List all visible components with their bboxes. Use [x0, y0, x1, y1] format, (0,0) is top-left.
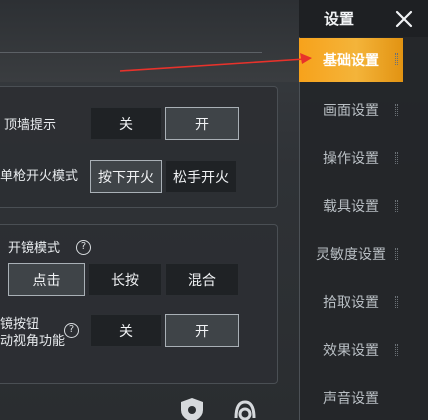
close-icon[interactable] [388, 4, 420, 34]
nav-separator [395, 104, 398, 116]
sidebar-item-vehicle-settings[interactable]: 载具设置 [299, 184, 403, 228]
button-view-on-button[interactable]: 开 [165, 314, 239, 347]
wall-hint-on-button[interactable]: 开 [165, 107, 239, 140]
button-view-label-line2: 动视角功能 [0, 334, 66, 349]
scope-mode-label: 开镜模式 [8, 241, 61, 256]
fire-on-release-button[interactable]: 松手开火 [165, 160, 237, 193]
fire-mode-label: 单枪开火模式 [0, 169, 79, 184]
help-icon[interactable]: ? [64, 323, 79, 338]
sidebar-item-sensitivity-settings[interactable]: 灵敏度设置 [299, 232, 403, 276]
headset-icon[interactable] [231, 396, 259, 420]
scope-hold-button[interactable]: 长按 [88, 263, 162, 296]
button-view-label-line1: 镜按钮 [0, 317, 40, 332]
nav-separator [395, 248, 398, 260]
top-band [0, 0, 300, 82]
sidebar-item-display-settings[interactable]: 画面设置 [299, 88, 403, 132]
wall-hint-label: 顶墙提示 [0, 118, 56, 133]
sidebar-item-control-settings[interactable]: 操作设置 [299, 136, 403, 180]
nav-separator [395, 344, 398, 356]
shield-icon[interactable] [178, 396, 206, 420]
wall-hint-off-button[interactable]: 关 [90, 107, 162, 140]
sidebar-item-effects-settings[interactable]: 效果设置 [299, 328, 403, 372]
sidebar-item-sound-settings[interactable]: 声音设置 [299, 376, 403, 420]
nav-separator [395, 152, 398, 164]
fire-on-press-button[interactable]: 按下开火 [90, 160, 162, 193]
scope-mixed-button[interactable]: 混合 [165, 263, 239, 296]
nav-separator [395, 200, 398, 212]
nav-separator [395, 53, 398, 65]
top-divider [0, 52, 262, 53]
nav-separator [395, 296, 398, 308]
sidebar-item-basic-settings[interactable]: 基础设置 [299, 38, 403, 82]
sidebar-title: 设置 [324, 10, 355, 28]
button-view-off-button[interactable]: 关 [90, 314, 162, 347]
scope-tap-button[interactable]: 点击 [8, 263, 85, 296]
sidebar-item-pickup-settings[interactable]: 拾取设置 [299, 280, 403, 324]
help-icon[interactable]: ? [76, 240, 91, 255]
